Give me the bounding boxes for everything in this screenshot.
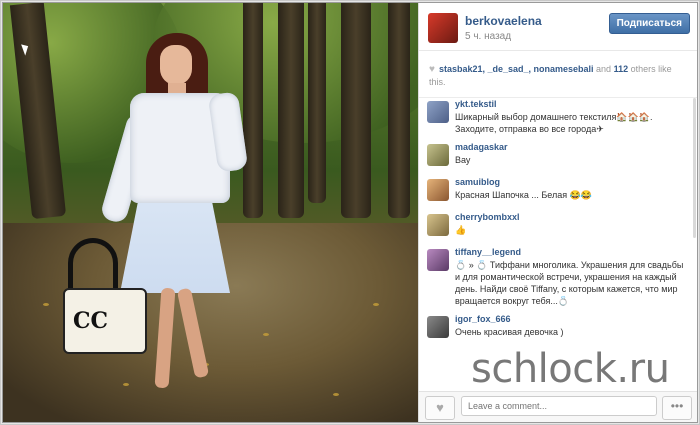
comment-item: madagaskar Вау bbox=[419, 142, 697, 170]
likes-and: and bbox=[596, 64, 612, 74]
comment-username[interactable]: ykt.tekstil bbox=[455, 99, 690, 109]
bag-logo: CC bbox=[73, 308, 109, 334]
comment-bar: ♥ ••• bbox=[419, 391, 697, 422]
commenter-avatar[interactable] bbox=[427, 179, 449, 201]
more-options-button[interactable]: ••• bbox=[662, 396, 692, 420]
comment-username[interactable]: madagaskar bbox=[455, 142, 690, 152]
liker-usernames[interactable]: stasbak21, _de_sad_, nonamesebali bbox=[439, 64, 594, 74]
owner-username[interactable]: berkovaelena bbox=[465, 14, 542, 28]
likes-summary: ♥ stasbak21, _de_sad_, nonamesebali and 1… bbox=[419, 51, 697, 98]
woman-in-white-dress: CC bbox=[63, 33, 258, 403]
comment-text: 👍 bbox=[455, 225, 467, 235]
like-button[interactable]: ♥ bbox=[425, 396, 455, 420]
comment-item: igor_fox_666 Очень красивая девочка ) bbox=[419, 314, 697, 342]
instagram-post-window: CC berkovaelena 5 ч. назад Подписаться ♥… bbox=[2, 2, 698, 423]
commenter-avatar[interactable] bbox=[427, 214, 449, 236]
comment-item: samuiblog Красная Шапочка ... Белая 😂😂 bbox=[419, 177, 697, 205]
comment-text: Красная Шапочка ... Белая 😂😂 bbox=[455, 190, 593, 200]
tree-trunk bbox=[388, 3, 410, 218]
comment-item: cherrybombxxl 👍 bbox=[419, 212, 697, 240]
tree-trunk bbox=[278, 3, 304, 218]
comment-username[interactable]: igor_fox_666 bbox=[455, 314, 690, 324]
comment-text: 💍 » 💍 Тиффани многолика. Украшения для с… bbox=[455, 260, 684, 306]
heart-icon: ♥ bbox=[436, 400, 444, 415]
post-header: berkovaelena 5 ч. назад Подписаться bbox=[419, 3, 697, 51]
tree-trunk bbox=[308, 3, 326, 203]
comment-input[interactable] bbox=[461, 396, 657, 416]
comment-username[interactable]: samuiblog bbox=[455, 177, 690, 187]
comment-text: Шикарный выбор домашнего текстиля🏠🏠🏠. За… bbox=[455, 112, 653, 134]
watermark-text: schlock.ru bbox=[471, 346, 670, 392]
commenter-avatar[interactable] bbox=[427, 316, 449, 338]
commenter-avatar[interactable] bbox=[427, 101, 449, 123]
post-timestamp: 5 ч. назад bbox=[465, 31, 512, 42]
post-photo[interactable]: CC bbox=[3, 3, 418, 422]
comment-text: Вау bbox=[455, 155, 471, 165]
commenter-avatar[interactable] bbox=[427, 249, 449, 271]
comment-item: ykt.tekstil Шикарный выбор домашнего тек… bbox=[419, 99, 697, 135]
heart-icon: ♥ bbox=[429, 64, 435, 75]
comments-list: ykt.tekstil Шикарный выбор домашнего тек… bbox=[419, 92, 697, 387]
comment-username[interactable]: cherrybombxxl bbox=[455, 212, 690, 222]
follow-button[interactable]: Подписаться bbox=[608, 13, 690, 34]
commenter-avatar[interactable] bbox=[427, 144, 449, 166]
comments-scrollbar[interactable] bbox=[693, 98, 696, 238]
tree-trunk bbox=[341, 3, 371, 218]
comment-username[interactable]: tiffany__legend bbox=[455, 247, 690, 257]
owner-avatar[interactable] bbox=[428, 13, 458, 43]
handbag: CC bbox=[63, 288, 147, 354]
comment-text: Очень красивая девочка ) bbox=[455, 327, 564, 337]
comment-item: tiffany__legend 💍 » 💍 Тиффани многолика.… bbox=[419, 247, 697, 307]
likes-count[interactable]: 112 bbox=[614, 64, 629, 74]
